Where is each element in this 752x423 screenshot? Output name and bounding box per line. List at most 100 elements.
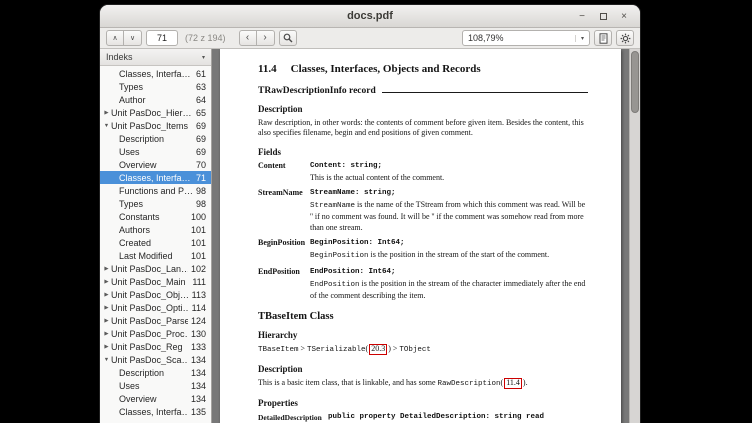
expander-collapsed-icon[interactable]: ▶ <box>102 292 111 298</box>
content-area: Indeks ▾ Classes, Interfa…61Types63Autho… <box>100 49 640 423</box>
search-button[interactable] <box>279 30 297 46</box>
zoom-value: 108,79% <box>463 33 575 43</box>
sidebar-tree-item[interactable]: Overview70 <box>100 158 211 171</box>
sidebar-view-selector[interactable]: Indeks ▾ <box>100 49 211 66</box>
tree-item-page: 135 <box>191 407 211 417</box>
zoom-combobox[interactable]: 108,79% ▾ <box>462 30 590 46</box>
sidebar-tree-item[interactable]: Constants100 <box>100 210 211 223</box>
expander-collapsed-icon[interactable]: ▶ <box>102 318 111 324</box>
window-title: docs.pdf <box>100 10 640 22</box>
tree-item-page: 101 <box>191 238 211 248</box>
settings-button[interactable] <box>616 30 634 46</box>
sidebar-tree-item[interactable]: ▶Unit PasDoc_Opti…114 <box>100 301 211 314</box>
sidebar-tree-item[interactable]: ▶Unit PasDoc_Obj…113 <box>100 288 211 301</box>
hierarchy-line: TBaseItem > TSerializable(20.3) > TObjec… <box>258 344 588 356</box>
inline-code: TObject <box>399 346 431 354</box>
tree-item-page: 134 <box>191 381 211 391</box>
maximize-icon <box>600 13 607 20</box>
sidebar-tree-item[interactable]: Classes, Interfa…61 <box>100 67 211 80</box>
sidebar-tree-item[interactable]: Created101 <box>100 236 211 249</box>
back-icon: ‹ <box>246 33 249 44</box>
property-declaration: public property DetailedDescription: str… <box>328 412 588 423</box>
sidebar-tree-item[interactable]: ▼Unit PasDoc_Sca…134 <box>100 353 211 366</box>
text-segment: is the position in the stream of the sta… <box>369 250 550 259</box>
text-segment: . <box>526 378 528 387</box>
field-declaration: Content: string; <box>310 161 588 171</box>
tree-item-label: Overview <box>119 160 193 170</box>
tree-item-page: 114 <box>192 303 211 313</box>
tree-item-label: Unit PasDoc_Opti… <box>111 303 189 313</box>
page-number-input[interactable] <box>146 30 178 46</box>
sidebar-tree-item[interactable]: Uses134 <box>100 379 211 392</box>
field-declaration: EndPosition: Int64; <box>310 267 588 277</box>
page-nav-group: ∧ ∨ <box>106 30 142 46</box>
sidebar-tree-item[interactable]: Functions and P…98 <box>100 184 211 197</box>
toolbar: ∧ ∨ (72 z 194) ‹ › <box>100 28 640 49</box>
tree-item-label: Unit PasDoc_Parser <box>111 316 188 326</box>
field-name: Content <box>258 161 310 184</box>
expander-expanded-icon[interactable]: ▼ <box>102 123 111 129</box>
properties-table: DetailedDescriptionpublic property Detai… <box>258 412 588 423</box>
tree-item-label: Last Modified <box>119 251 188 261</box>
sidebar-header-label: Indeks <box>106 52 133 62</box>
chevron-down-icon: ▾ <box>575 35 589 42</box>
history-forward-button[interactable]: › <box>257 30 275 46</box>
tree-item-label: Unit PasDoc_Items <box>111 121 193 131</box>
sidebar-tree-item[interactable]: ▼Unit PasDoc_Items69 <box>100 119 211 132</box>
sidebar-tree-item[interactable]: Types63 <box>100 80 211 93</box>
sidebar-tree-item[interactable]: Uses69 <box>100 145 211 158</box>
maximize-button[interactable] <box>595 8 611 24</box>
next-page-button[interactable]: ∨ <box>124 30 142 46</box>
expander-collapsed-icon[interactable]: ▶ <box>102 331 111 337</box>
sidebar-tree-item[interactable]: ▶Unit PasDoc_Lan…102 <box>100 262 211 275</box>
heading-rule <box>382 92 588 93</box>
tree-item-page: 133 <box>191 342 211 352</box>
page-ref-link[interactable]: 11.4 <box>504 378 522 389</box>
field-declaration: StreamName: string; <box>310 188 588 198</box>
page-ref-link[interactable]: 20.3 <box>369 344 387 355</box>
expander-expanded-icon[interactable]: ▼ <box>102 357 111 363</box>
sidebar-tree-item[interactable]: ▶Unit PasDoc_Main111 <box>100 275 211 288</box>
pdf-page: 11.4Classes, Interfaces, Objects and Rec… <box>220 49 621 423</box>
close-button[interactable]: × <box>616 8 632 24</box>
sidebar-tree-item[interactable]: Classes, Interfa…71 <box>100 171 211 184</box>
text-segment: This is the actual content of the commen… <box>310 173 444 182</box>
page-view-button[interactable] <box>594 30 612 46</box>
sidebar-tree-item[interactable]: Overview134 <box>100 392 211 405</box>
sidebar-tree-item[interactable]: Types98 <box>100 197 211 210</box>
tree-item-label: Classes, Interfa… <box>119 69 193 79</box>
titlebar[interactable]: docs.pdf − × <box>100 5 640 28</box>
sidebar-tree-item[interactable]: ▶Unit PasDoc_Hier…65 <box>100 106 211 119</box>
scrollbar-thumb[interactable] <box>631 51 639 113</box>
vertical-scrollbar[interactable] <box>629 49 640 423</box>
sidebar-tree-item[interactable]: Authors101 <box>100 223 211 236</box>
tree-item-label: Unit PasDoc_Obj… <box>111 290 189 300</box>
tree-item-page: 134 <box>191 368 211 378</box>
history-back-button[interactable]: ‹ <box>239 30 257 46</box>
sidebar-tree-item[interactable]: ▶Unit PasDoc_Proc…130 <box>100 327 211 340</box>
previous-page-button[interactable]: ∧ <box>106 30 124 46</box>
field-row: BeginPositionBeginPosition: Int64;BeginP… <box>258 238 588 262</box>
sidebar-tree-item[interactable]: ▶Unit PasDoc_Parser124 <box>100 314 211 327</box>
expander-collapsed-icon[interactable]: ▶ <box>102 305 111 311</box>
expander-collapsed-icon[interactable]: ▶ <box>102 344 111 350</box>
expander-collapsed-icon[interactable]: ▶ <box>102 110 111 116</box>
tree-item-page: 101 <box>191 225 211 235</box>
expander-collapsed-icon[interactable]: ▶ <box>102 279 111 285</box>
sidebar-tree-item[interactable]: Description69 <box>100 132 211 145</box>
sidebar-tree-item[interactable]: Author64 <box>100 93 211 106</box>
sidebar-tree-item[interactable]: ▶Unit PasDoc_Reg133 <box>100 340 211 353</box>
document-icon <box>599 33 608 44</box>
property-name: DetailedDescription <box>258 412 328 423</box>
minimize-button[interactable]: − <box>574 8 590 24</box>
tree-item-page: 61 <box>196 69 211 79</box>
expander-collapsed-icon[interactable]: ▶ <box>102 266 111 272</box>
tree-item-label: Overview <box>119 394 188 404</box>
field-name: BeginPosition <box>258 238 310 262</box>
sidebar-tree-item[interactable]: Classes, Interfa…135 <box>100 405 211 418</box>
pdf-page-content: 11.4Classes, Interfaces, Objects and Rec… <box>220 49 621 423</box>
sidebar-tree-item[interactable]: Description134 <box>100 366 211 379</box>
sidebar-tree-item[interactable]: Last Modified101 <box>100 249 211 262</box>
inline-code: TBaseItem <box>258 346 299 354</box>
tree-item-page: 98 <box>196 186 211 196</box>
